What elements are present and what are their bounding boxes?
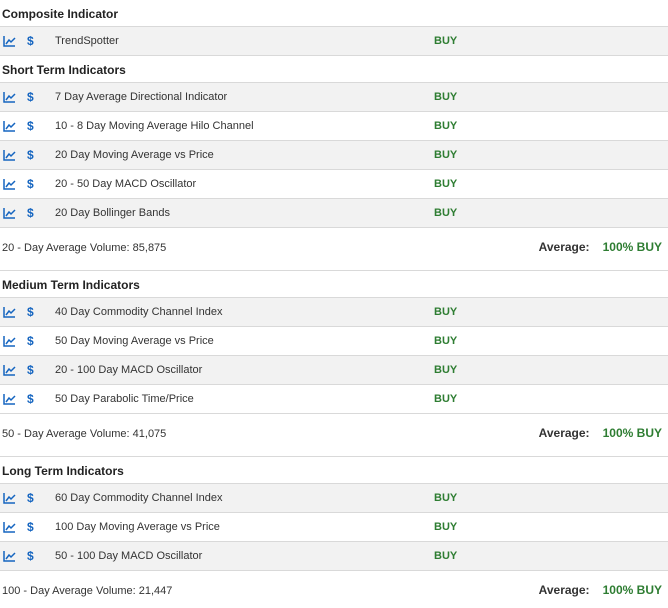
average-summary: Average: 100% BUY bbox=[539, 583, 662, 597]
dollar-icon[interactable]: $ bbox=[27, 89, 37, 105]
indicator-row: $ 20 - 100 Day MACD Oscillator BUY bbox=[0, 356, 668, 385]
indicator-row: $ 40 Day Commodity Channel Index BUY bbox=[0, 298, 668, 327]
medium-term-summary: 50 - Day Average Volume: 41,075 Average:… bbox=[0, 414, 668, 457]
dollar-icon[interactable]: $ bbox=[27, 391, 37, 407]
indicator-row: $ 7 Day Average Directional Indicator BU… bbox=[0, 83, 668, 112]
average-label: Average: bbox=[538, 240, 590, 254]
average-label: Average: bbox=[538, 583, 590, 597]
short-term-indicator-list: $ 7 Day Average Directional Indicator BU… bbox=[0, 83, 668, 228]
dollar-icon[interactable]: $ bbox=[27, 548, 37, 564]
dollar-icon[interactable]: $ bbox=[27, 519, 37, 535]
indicator-row: $ 100 Day Moving Average vs Price BUY bbox=[0, 513, 668, 542]
indicator-row: $ 10 - 8 Day Moving Average Hilo Channel… bbox=[0, 112, 668, 141]
average-volume: 50 - Day Average Volume: 41,075 bbox=[2, 428, 167, 440]
indicator-row: $ 20 Day Bollinger Bands BUY bbox=[0, 199, 668, 228]
indicator-name: 100 Day Moving Average vs Price bbox=[55, 521, 220, 533]
indicator-name: 50 - 100 Day MACD Oscillator bbox=[55, 550, 203, 562]
indicator-name: 20 Day Bollinger Bands bbox=[55, 207, 170, 219]
line-chart-icon[interactable] bbox=[3, 550, 16, 562]
indicator-name: 20 Day Moving Average vs Price bbox=[55, 149, 214, 161]
indicator-name: TrendSpotter bbox=[55, 35, 119, 47]
average-summary: Average: 100% BUY bbox=[539, 240, 662, 254]
average-value: 100% BUY bbox=[602, 426, 662, 440]
line-chart-icon[interactable] bbox=[3, 120, 16, 132]
dollar-icon[interactable]: $ bbox=[27, 362, 37, 378]
dollar-icon[interactable]: $ bbox=[27, 33, 37, 49]
indicator-signal: BUY bbox=[434, 492, 458, 504]
section-title-long-term: Long Term Indicators bbox=[0, 457, 668, 484]
indicator-signal: BUY bbox=[434, 35, 458, 47]
line-chart-icon[interactable] bbox=[3, 364, 16, 376]
indicator-name: 50 Day Moving Average vs Price bbox=[55, 335, 214, 347]
indicator-signal: BUY bbox=[434, 178, 458, 190]
line-chart-icon[interactable] bbox=[3, 207, 16, 219]
average-label: Average: bbox=[538, 426, 590, 440]
indicator-signal: BUY bbox=[434, 207, 458, 219]
indicator-signal: BUY bbox=[434, 521, 458, 533]
average-volume: 20 - Day Average Volume: 85,875 bbox=[2, 242, 167, 254]
indicator-signal: BUY bbox=[434, 306, 458, 318]
short-term-summary: 20 - Day Average Volume: 85,875 Average:… bbox=[0, 228, 668, 271]
average-value: 100% BUY bbox=[602, 583, 662, 597]
line-chart-icon[interactable] bbox=[3, 91, 16, 103]
indicator-name: 10 - 8 Day Moving Average Hilo Channel bbox=[55, 120, 254, 132]
dollar-icon[interactable]: $ bbox=[27, 176, 37, 192]
indicator-signal: BUY bbox=[434, 149, 458, 161]
indicator-signal: BUY bbox=[434, 91, 458, 103]
indicator-name: 60 Day Commodity Channel Index bbox=[55, 492, 223, 504]
dollar-icon[interactable]: $ bbox=[27, 118, 37, 134]
dollar-icon[interactable]: $ bbox=[27, 205, 37, 221]
average-value: 100% BUY bbox=[602, 240, 662, 254]
line-chart-icon[interactable] bbox=[3, 149, 16, 161]
indicator-name: 50 Day Parabolic Time/Price bbox=[55, 393, 194, 405]
technical-opinion-panel: Composite Indicator $ TrendSpotter BUY S… bbox=[0, 0, 668, 608]
dollar-icon[interactable]: $ bbox=[27, 147, 37, 163]
line-chart-icon[interactable] bbox=[3, 492, 16, 504]
indicator-name: 20 - 50 Day MACD Oscillator bbox=[55, 178, 197, 190]
average-volume: 100 - Day Average Volume: 21,447 bbox=[2, 585, 173, 597]
line-chart-icon[interactable] bbox=[3, 306, 16, 318]
indicator-signal: BUY bbox=[434, 120, 458, 132]
indicator-row: $ 20 - 50 Day MACD Oscillator BUY bbox=[0, 170, 668, 199]
dollar-icon[interactable]: $ bbox=[27, 304, 37, 320]
medium-term-indicator-list: $ 40 Day Commodity Channel Index BUY $ 5… bbox=[0, 298, 668, 414]
indicator-row: $ 50 Day Parabolic Time/Price BUY bbox=[0, 385, 668, 414]
dollar-icon[interactable]: $ bbox=[27, 490, 37, 506]
indicator-signal: BUY bbox=[434, 393, 458, 405]
indicator-row: $ 50 - 100 Day MACD Oscillator BUY bbox=[0, 542, 668, 571]
section-title-medium-term: Medium Term Indicators bbox=[0, 271, 668, 298]
dollar-icon[interactable]: $ bbox=[27, 333, 37, 349]
indicator-name: 7 Day Average Directional Indicator bbox=[55, 91, 228, 103]
line-chart-icon[interactable] bbox=[3, 393, 16, 405]
line-chart-icon[interactable] bbox=[3, 178, 16, 190]
indicator-row: $ 20 Day Moving Average vs Price BUY bbox=[0, 141, 668, 170]
section-title-short-term: Short Term Indicators bbox=[0, 56, 668, 83]
indicator-name: 20 - 100 Day MACD Oscillator bbox=[55, 364, 203, 376]
indicator-signal: BUY bbox=[434, 335, 458, 347]
line-chart-icon[interactable] bbox=[3, 335, 16, 347]
indicator-row: $ 60 Day Commodity Channel Index BUY bbox=[0, 484, 668, 513]
long-term-indicator-list: $ 60 Day Commodity Channel Index BUY $ 1… bbox=[0, 484, 668, 571]
indicator-name: 40 Day Commodity Channel Index bbox=[55, 306, 223, 318]
long-term-summary: 100 - Day Average Volume: 21,447 Average… bbox=[0, 571, 668, 608]
indicator-signal: BUY bbox=[434, 364, 458, 376]
average-summary: Average: 100% BUY bbox=[539, 426, 662, 440]
line-chart-icon[interactable] bbox=[3, 521, 16, 533]
indicator-row: $ 50 Day Moving Average vs Price BUY bbox=[0, 327, 668, 356]
indicator-row: $ TrendSpotter BUY bbox=[0, 27, 668, 56]
section-title-composite: Composite Indicator bbox=[0, 0, 668, 27]
indicator-signal: BUY bbox=[434, 550, 458, 562]
line-chart-icon[interactable] bbox=[3, 35, 16, 47]
composite-indicator-list: $ TrendSpotter BUY bbox=[0, 27, 668, 56]
